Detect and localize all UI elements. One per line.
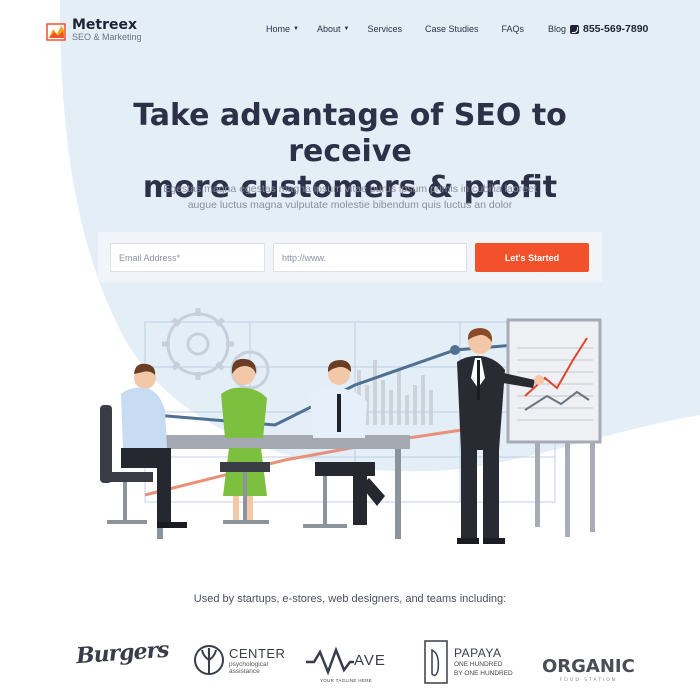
client-logo-name: CENTER [229,646,286,661]
team-meeting-illustration [100,308,602,544]
client-logo-sub: assistance [229,668,260,675]
hero-subtitle: Egestas magna egestas magna ipsum vitae … [140,181,560,213]
client-logo-sub: ONE HUNDRED [454,661,503,668]
nav-item-blog[interactable]: Blog [548,24,566,34]
brand-tagline: SEO & Marketing [72,32,142,42]
website-url-input[interactable] [273,243,467,272]
client-logo-tagline: FOOD STATION [559,678,618,683]
nav-item-case-studies[interactable]: Case Studies [425,24,479,34]
signup-form: Let's Started [98,232,602,282]
nav-item-label: FAQs [501,24,525,34]
caret-down-icon: ▼ [343,26,350,32]
client-logo-name: PAPAYA [454,646,502,660]
hero-subtitle-line-1: Egestas magna egestas magna ipsum vitae … [163,183,537,195]
nav-item-label: About [316,24,341,34]
phone-link[interactable]: 855-569-7890 [570,23,648,35]
caret-down-icon: ▼ [293,26,299,32]
nav-item-faqs[interactable]: FAQs [502,24,525,34]
nav-item-label: Case Studies [424,24,479,34]
phone-number: 855-569-7890 [583,23,649,35]
client-logo-sub: psychological [229,661,269,668]
client-logo-tagline: YOUR TAGLINE HERE [320,678,372,683]
site-logo[interactable]: Metreex SEO & Marketing [46,18,142,43]
chart-logo-icon [46,22,66,41]
client-logo-papaya: PAPAYA ONE HUNDRED BY ONE HUNDRED [424,640,513,684]
phone-icon [570,24,579,34]
lets-started-button[interactable]: Let's Started [475,243,589,272]
client-logo-sub: BY ONE HUNDRED [454,670,513,677]
client-logo-name: AVE [354,652,386,669]
client-logo-wave: AVE YOUR TAGLINE HERE [306,646,396,686]
nav-item-about[interactable]: About ▼ [317,24,349,34]
nav-item-services[interactable]: Services [367,24,402,34]
email-input[interactable] [110,243,265,272]
papaya-icon [424,640,448,684]
hero-subtitle-line-2: augue luctus magna vulputate molestie bi… [187,199,513,211]
client-logo-center: CENTER psychological assistance [192,644,285,678]
nav-item-home[interactable]: Home ▼ [266,24,299,34]
nav-item-label: Services [367,24,402,34]
client-logo-name: ORGANIC [542,656,635,677]
brand-name: Metreex [72,17,138,33]
site-header: Metreex SEO & Marketing Home ▼ About ▼ S… [0,0,700,60]
main-nav: Home ▼ About ▼ Services Case Studies FAQ… [266,24,566,34]
nav-item-label: Home [266,24,291,34]
nav-item-label: Blog [548,24,567,34]
tree-icon [194,645,224,675]
clients-heading: Used by startups, e-stores, web designer… [193,593,507,605]
client-logo-organic: ORGANIC FOOD STATION [542,656,635,683]
hero-title-line-1: Take advantage of SEO to receive [133,98,567,169]
